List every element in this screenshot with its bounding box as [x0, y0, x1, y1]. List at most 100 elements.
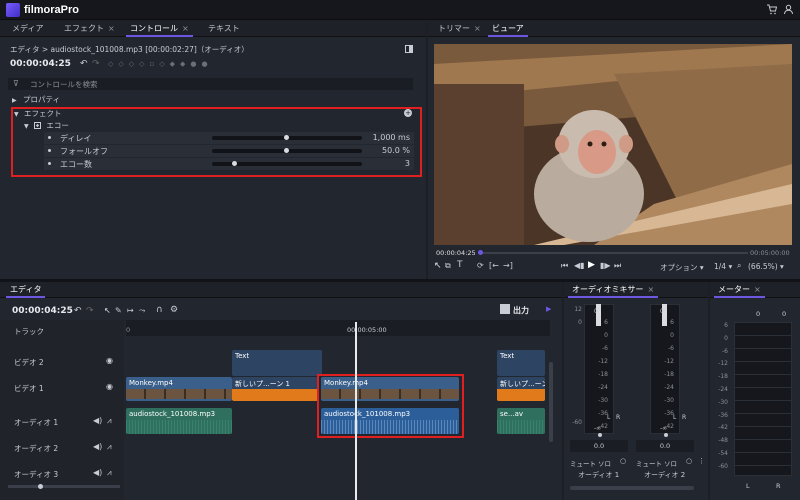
redo-icon[interactable]: ↷: [92, 59, 100, 69]
waveform-icon[interactable]: ⩘: [107, 416, 112, 426]
keyframe-dot-icon[interactable]: [48, 149, 51, 152]
eye-icon[interactable]: ◉: [106, 382, 113, 391]
razor-tool-icon[interactable]: ✎: [115, 306, 122, 315]
tab-text[interactable]: テキスト: [204, 21, 244, 37]
channel2-mute-button[interactable]: ミュート: [636, 458, 662, 468]
close-icon[interactable]: ×: [474, 24, 481, 33]
playhead[interactable]: [355, 322, 357, 500]
channel1-pan-knob[interactable]: [598, 433, 602, 437]
channel1-record-icon[interactable]: ○: [620, 457, 626, 465]
properties-row[interactable]: ▶ プロパティ: [12, 94, 60, 106]
cart-icon[interactable]: [766, 4, 777, 15]
quality-dropdown[interactable]: 1/4 ▾: [714, 262, 732, 271]
close-icon[interactable]: ×: [754, 285, 761, 294]
panel-menu-icon[interactable]: ▶: [546, 305, 551, 313]
select-tool-icon[interactable]: ↖: [434, 261, 442, 271]
channel1-solo-button[interactable]: ソロ: [598, 458, 611, 468]
loop-icon[interactable]: ⟳: [477, 261, 484, 270]
echo-row[interactable]: ▼ エコー: [24, 120, 69, 132]
undo-icon[interactable]: ↶: [74, 306, 82, 316]
skip-forward-icon[interactable]: ⏭: [614, 261, 621, 271]
channel1-db-value[interactable]: 0.0: [570, 440, 628, 452]
play-icon[interactable]: ▶: [588, 260, 595, 270]
export-icon[interactable]: [500, 304, 510, 314]
waveform-icon[interactable]: ⩘: [107, 442, 112, 452]
audio-clip[interactable]: audiostock_101008.mp3: [126, 408, 232, 434]
export-button[interactable]: 出力: [513, 305, 529, 316]
keyframe-dot-icon[interactable]: [48, 136, 51, 139]
video-frame[interactable]: [434, 44, 792, 245]
skip-back-icon[interactable]: ⏮: [561, 261, 568, 271]
user-icon[interactable]: [783, 4, 794, 15]
audio-clip[interactable]: se...av: [497, 408, 545, 434]
more-icon[interactable]: ⋮: [698, 457, 705, 465]
tab-viewer[interactable]: ビューア: [488, 21, 528, 37]
enable-checkbox[interactable]: [34, 122, 42, 129]
step-back-icon[interactable]: ◀▮: [574, 261, 585, 270]
channel2-solo-button[interactable]: ソロ: [664, 458, 677, 468]
select-tool-icon[interactable]: ↖: [104, 306, 111, 315]
delay-slider[interactable]: [212, 135, 362, 140]
nested-sequence-clip[interactable]: 新しいプ...ーン 1: [232, 377, 318, 401]
slip-tool-icon[interactable]: ↦: [127, 306, 134, 315]
channel2-pan-knob[interactable]: [664, 433, 668, 437]
channel2-record-icon[interactable]: ○: [686, 457, 692, 465]
text-clip[interactable]: Text: [232, 350, 322, 376]
effects-row[interactable]: ▼ エフェクト: [14, 108, 62, 120]
zoom-icon[interactable]: ⌕: [737, 261, 741, 271]
speaker-icon[interactable]: ◀): [93, 468, 102, 477]
viewer-scrubber[interactable]: [478, 250, 748, 255]
keyframe-tools-icon[interactable]: ◇◇◇◇▫◇◆◆●●: [108, 60, 213, 68]
viewer-current-time[interactable]: 00:00:04:25: [436, 249, 476, 257]
channel1-minus-inf: -∞: [594, 425, 602, 432]
text-clip[interactable]: Text: [497, 350, 545, 376]
timeline-ruler[interactable]: [126, 320, 550, 336]
redo-icon[interactable]: ↷: [86, 306, 94, 316]
close-icon[interactable]: ×: [182, 24, 189, 33]
add-effect-icon[interactable]: +: [404, 109, 412, 117]
speaker-icon[interactable]: ◀): [93, 442, 102, 451]
close-icon[interactable]: ×: [108, 24, 115, 33]
channel1-l-label: L: [607, 414, 611, 421]
falloff-slider[interactable]: [212, 148, 362, 153]
nested-sequence-clip[interactable]: 新しいプ...ーン: [497, 377, 545, 401]
speaker-icon[interactable]: ◀): [93, 416, 102, 425]
mark-in-icon[interactable]: [←: [489, 261, 499, 270]
track-zoom-slider[interactable]: [8, 484, 120, 489]
right-tab-bar: トリマー × ビューア: [428, 21, 800, 37]
options-dropdown[interactable]: オプション ▾: [660, 262, 704, 273]
falloff-value[interactable]: 50.0 %: [382, 146, 410, 155]
keyframe-dot-icon[interactable]: [48, 162, 51, 165]
editor-timecode[interactable]: 00:00:04:25: [12, 306, 73, 316]
delay-value[interactable]: 1,000 ms: [373, 133, 410, 142]
mixer-scrollbar[interactable]: [570, 486, 694, 490]
video-clip[interactable]: Monkey.mp4: [126, 377, 232, 401]
text-tool-icon[interactable]: T: [457, 260, 463, 270]
timeline-scrollbar[interactable]: [549, 362, 553, 442]
controls-timecode[interactable]: 00:00:04:25: [10, 59, 71, 69]
channel2-db-value[interactable]: 0.0: [636, 440, 694, 452]
echo-count-slider[interactable]: [212, 161, 362, 166]
tab-editor[interactable]: エディタ: [6, 282, 46, 298]
settings-gear-icon[interactable]: ⚙: [170, 305, 178, 315]
ripple-tool-icon[interactable]: ⤳: [139, 306, 145, 316]
snap-magnet-icon[interactable]: ∩: [156, 305, 163, 315]
mark-out-icon[interactable]: →]: [503, 261, 513, 270]
echo-count-value[interactable]: 3: [405, 159, 410, 168]
waveform-icon[interactable]: ⩘: [107, 468, 112, 478]
search-input[interactable]: ⊽ コントロールを検索: [8, 78, 413, 90]
tab-trimmer[interactable]: トリマー ×: [434, 21, 485, 37]
tab-effects[interactable]: エフェクト ×: [60, 21, 119, 37]
step-forward-icon[interactable]: ▮▶: [600, 261, 611, 270]
tab-meter[interactable]: メーター ×: [714, 282, 765, 298]
tab-media[interactable]: メディア: [8, 21, 47, 37]
zoom-dropdown[interactable]: (66.5%) ▾: [748, 262, 784, 271]
channel1-mute-button[interactable]: ミュート: [570, 458, 596, 468]
panel-layout-icon[interactable]: [405, 45, 413, 53]
undo-icon[interactable]: ↶: [80, 59, 88, 69]
tab-controls[interactable]: コントロール ×: [126, 21, 193, 37]
eye-icon[interactable]: ◉: [106, 356, 113, 365]
close-icon[interactable]: ×: [647, 285, 654, 294]
transform-tool-icon[interactable]: ⧉: [445, 261, 451, 271]
tab-audio-mixer[interactable]: オーディオミキサー ×: [568, 282, 659, 298]
